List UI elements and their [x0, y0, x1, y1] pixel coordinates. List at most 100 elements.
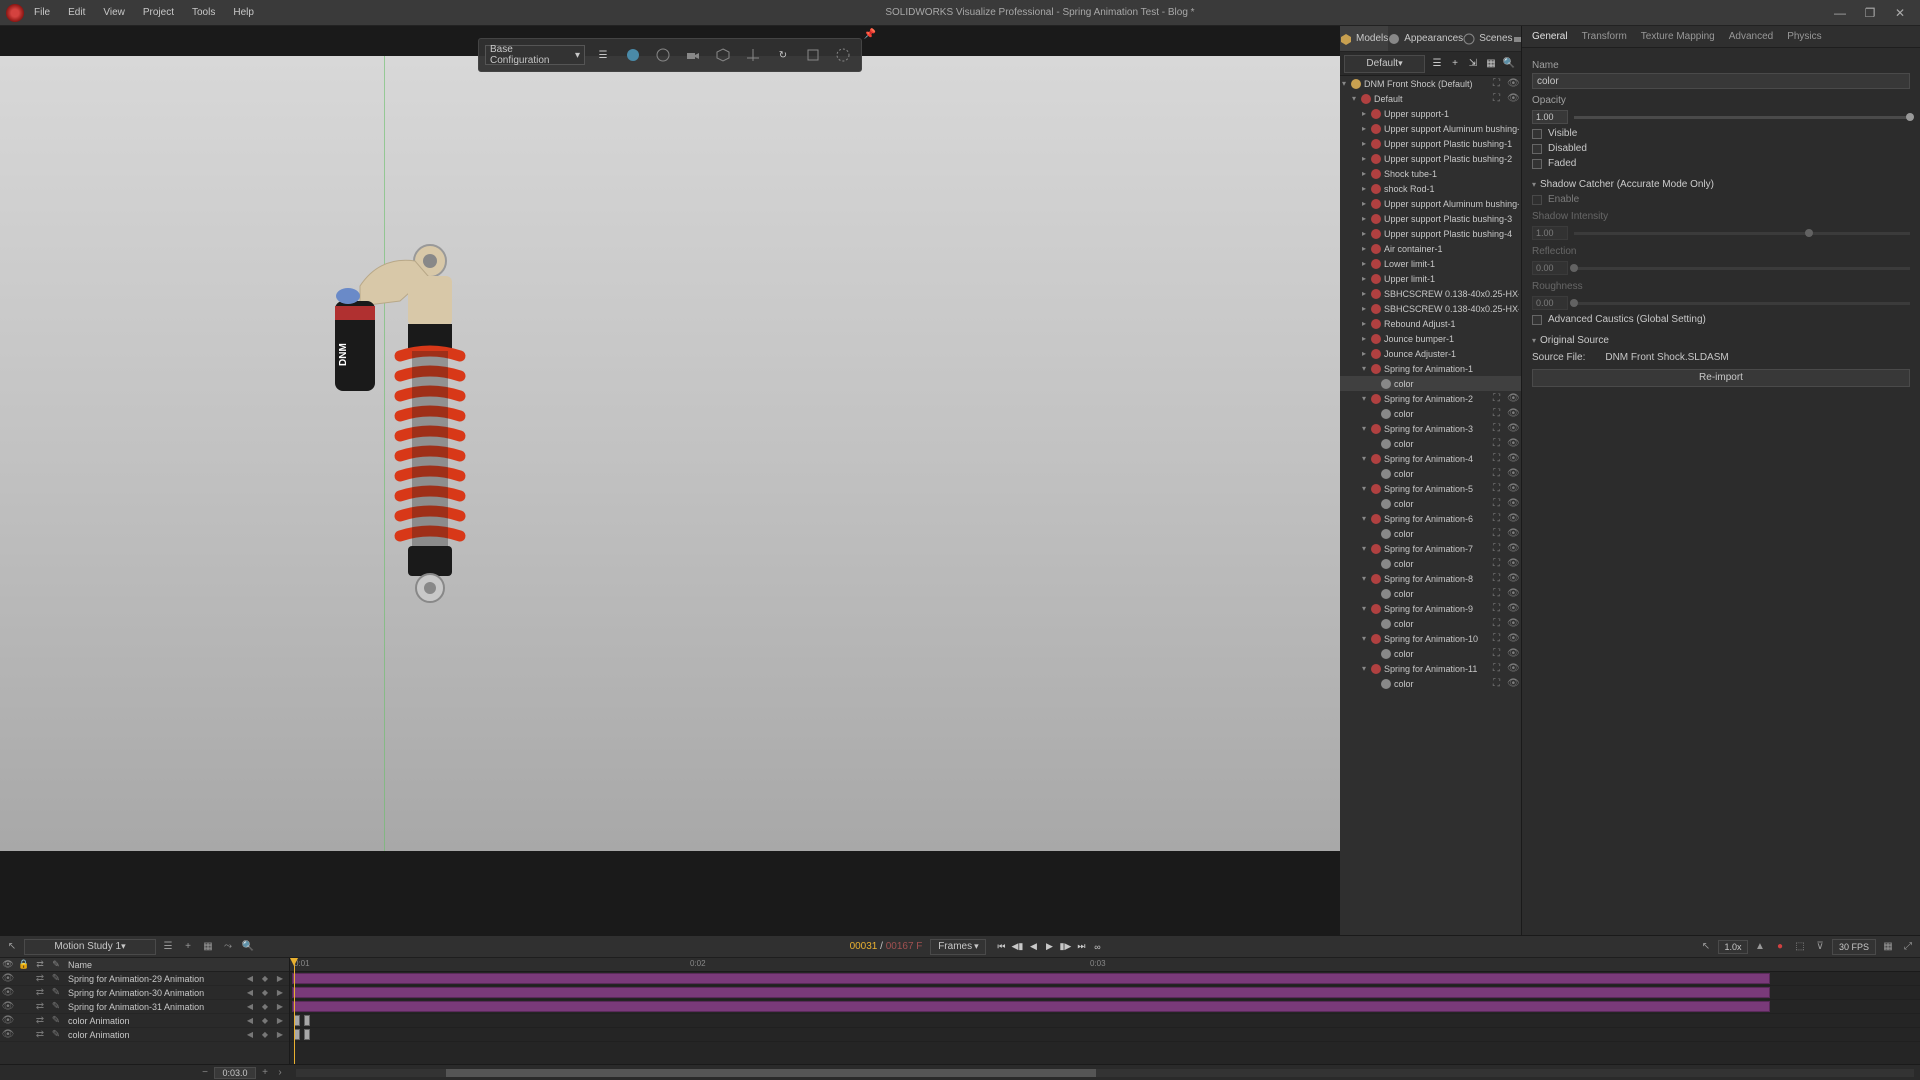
visibility-icon[interactable]: 👁	[1507, 453, 1519, 465]
maximize-button[interactable]: ❐	[1856, 3, 1884, 23]
visibility-icon[interactable]: 👁	[1507, 513, 1519, 525]
proptab-advanced[interactable]: Advanced	[1729, 31, 1773, 42]
play-forward-icon[interactable]: ▶	[1042, 940, 1056, 954]
marker-icon[interactable]: ▲	[1752, 939, 1768, 955]
axis-icon[interactable]	[741, 43, 765, 67]
motion-study-dropdown[interactable]: Motion Study 1 ▾	[24, 939, 156, 955]
tree-item[interactable]: ▸Upper support Aluminum bushing-1	[1340, 121, 1521, 136]
timeline-track-row[interactable]: 👁⇄✎Spring for Animation-31 Animation◀◆▶	[0, 1000, 289, 1014]
visibility-icon[interactable]: 👁	[1507, 93, 1519, 105]
goto-start-icon[interactable]: ⏮	[994, 940, 1008, 954]
timeline-track-row[interactable]: 👁⇄✎color Animation◀◆▶	[0, 1028, 289, 1042]
close-button[interactable]: ✕	[1886, 3, 1914, 23]
visibility-icon[interactable]: 👁	[1507, 678, 1519, 690]
visibility-icon[interactable]: 👁	[1507, 498, 1519, 510]
tree-item[interactable]: color⛶👁	[1340, 496, 1521, 511]
menu-file[interactable]: File	[34, 7, 50, 18]
tree-item[interactable]: ▸Air container-1	[1340, 241, 1521, 256]
reflection-field[interactable]	[1532, 261, 1568, 275]
prev-key-icon[interactable]: ◀	[243, 1015, 257, 1027]
grid-icon[interactable]: ▦	[1483, 56, 1499, 72]
loop-icon[interactable]: ∞	[1090, 940, 1104, 954]
tree-item[interactable]: ▾Spring for Animation-11⛶👁	[1340, 661, 1521, 676]
tab-appearances[interactable]: Appearances	[1388, 26, 1463, 51]
tree-item[interactable]: ▸Upper support Plastic bushing-2	[1340, 151, 1521, 166]
render-view[interactable]: DNM	[0, 56, 1340, 851]
tree-item[interactable]: ▸Shock tube-1	[1340, 166, 1521, 181]
minimize-button[interactable]: —	[1826, 3, 1854, 23]
tree-item[interactable]: ▸shock Rod-1	[1340, 181, 1521, 196]
visible-checkbox[interactable]	[1532, 129, 1542, 139]
tree-item[interactable]: ▸Upper support-1	[1340, 106, 1521, 121]
timeline-track[interactable]	[290, 986, 1920, 1000]
prev-key-icon[interactable]: ◀	[243, 987, 257, 999]
disabled-checkbox[interactable]	[1532, 144, 1542, 154]
fps-dropdown[interactable]: 30 FPS	[1832, 939, 1876, 955]
model-shock-absorber[interactable]: DNM	[300, 206, 520, 606]
visibility-icon[interactable]: 👁	[1507, 408, 1519, 420]
tree-item[interactable]: color⛶👁	[1340, 676, 1521, 691]
tree-item[interactable]: ▾Spring for Animation-5⛶👁	[1340, 481, 1521, 496]
tree-item[interactable]: ▾Spring for Animation-2⛶👁	[1340, 391, 1521, 406]
timeline-track[interactable]	[290, 1028, 1920, 1042]
fit-icon[interactable]: ⛶	[1493, 558, 1505, 570]
prev-key-icon[interactable]: ◀	[243, 973, 257, 985]
render-icon[interactable]	[831, 43, 855, 67]
curve-icon[interactable]: ⤳	[220, 939, 236, 955]
play-reverse-icon[interactable]: ◀	[1026, 940, 1040, 954]
timeline-ruler[interactable]: 0:01 0:02 0:03	[290, 958, 1920, 972]
tree-item[interactable]: ▸Upper support Plastic bushing-3	[1340, 211, 1521, 226]
visibility-icon[interactable]: 👁	[1507, 528, 1519, 540]
timeline-track-row[interactable]: 👁⇄✎Spring for Animation-30 Animation◀◆▶	[0, 986, 289, 1000]
pointer-tool-icon[interactable]: ↖	[4, 939, 20, 955]
visibility-icon[interactable]: 👁	[1507, 468, 1519, 480]
fit-icon[interactable]: ⛶	[1493, 663, 1505, 675]
snap-icon[interactable]: ▦	[200, 939, 216, 955]
time-mode-dropdown[interactable]: Frames ▾	[930, 939, 986, 955]
tree-item[interactable]: ▾Default⛶👁	[1340, 91, 1521, 106]
render-mode-fast-icon[interactable]	[651, 43, 675, 67]
tree-item[interactable]: ▾Spring for Animation-10⛶👁	[1340, 631, 1521, 646]
tree-item[interactable]: ▾Spring for Animation-4⛶👁	[1340, 451, 1521, 466]
tree-item[interactable]: color⛶👁	[1340, 436, 1521, 451]
add-icon[interactable]: +	[1447, 56, 1463, 72]
reimport-button[interactable]: Re-import	[1532, 369, 1910, 387]
refresh-icon[interactable]: ↻	[771, 43, 795, 67]
step-back-icon[interactable]: ◀▮	[1010, 940, 1024, 954]
next-key-icon[interactable]: ▶	[273, 1015, 287, 1027]
roughness-field[interactable]	[1532, 296, 1568, 310]
record-icon[interactable]: ●	[1772, 939, 1788, 955]
fit-icon[interactable]: ⛶	[1493, 678, 1505, 690]
shadow-intensity-field[interactable]	[1532, 226, 1568, 240]
tree-item[interactable]: ▸Rebound Adjust-1	[1340, 316, 1521, 331]
cube-icon[interactable]	[711, 43, 735, 67]
export-icon[interactable]: ⬚	[1792, 939, 1808, 955]
tree-item[interactable]: color	[1340, 376, 1521, 391]
shadow-intensity-slider[interactable]	[1574, 232, 1910, 235]
fit-icon[interactable]: ⛶	[1493, 633, 1505, 645]
zoom-time-field[interactable]	[214, 1067, 256, 1079]
visibility-icon[interactable]: 👁	[1507, 423, 1519, 435]
timeline-track[interactable]	[290, 972, 1920, 986]
tree-item[interactable]: ▾DNM Front Shock (Default)⛶👁	[1340, 76, 1521, 91]
tree-item[interactable]: color⛶👁	[1340, 526, 1521, 541]
tree-item[interactable]: ▸Lower limit-1	[1340, 256, 1521, 271]
enable-checkbox[interactable]	[1532, 195, 1542, 205]
menu-view[interactable]: View	[103, 7, 125, 18]
menu-tools[interactable]: Tools	[192, 7, 215, 18]
tree-item[interactable]: ▸SBHCSCREW 0.138-40x0.25-HX-N-4	[1340, 301, 1521, 316]
zoom-step-icon[interactable]: ›	[274, 1067, 286, 1078]
tree-item[interactable]: ▾Spring for Animation-6⛶👁	[1340, 511, 1521, 526]
next-key-icon[interactable]: ▶	[273, 987, 287, 999]
add-keyframe-icon[interactable]: +	[180, 939, 196, 955]
camera-icon[interactable]	[681, 43, 705, 67]
visibility-icon[interactable]: 👁	[1507, 483, 1519, 495]
fit-icon[interactable]: ⛶	[1493, 423, 1505, 435]
list-icon[interactable]: ☰	[160, 939, 176, 955]
list-view-icon[interactable]: ☰	[1429, 56, 1445, 72]
shadow-section[interactable]: Shadow Catcher (Accurate Mode Only)	[1532, 179, 1910, 190]
next-key-icon[interactable]: ▶	[273, 1001, 287, 1013]
caustics-checkbox[interactable]	[1532, 315, 1542, 325]
goto-end-icon[interactable]: ⏭	[1074, 940, 1088, 954]
original-source-section[interactable]: Original Source	[1532, 335, 1910, 346]
